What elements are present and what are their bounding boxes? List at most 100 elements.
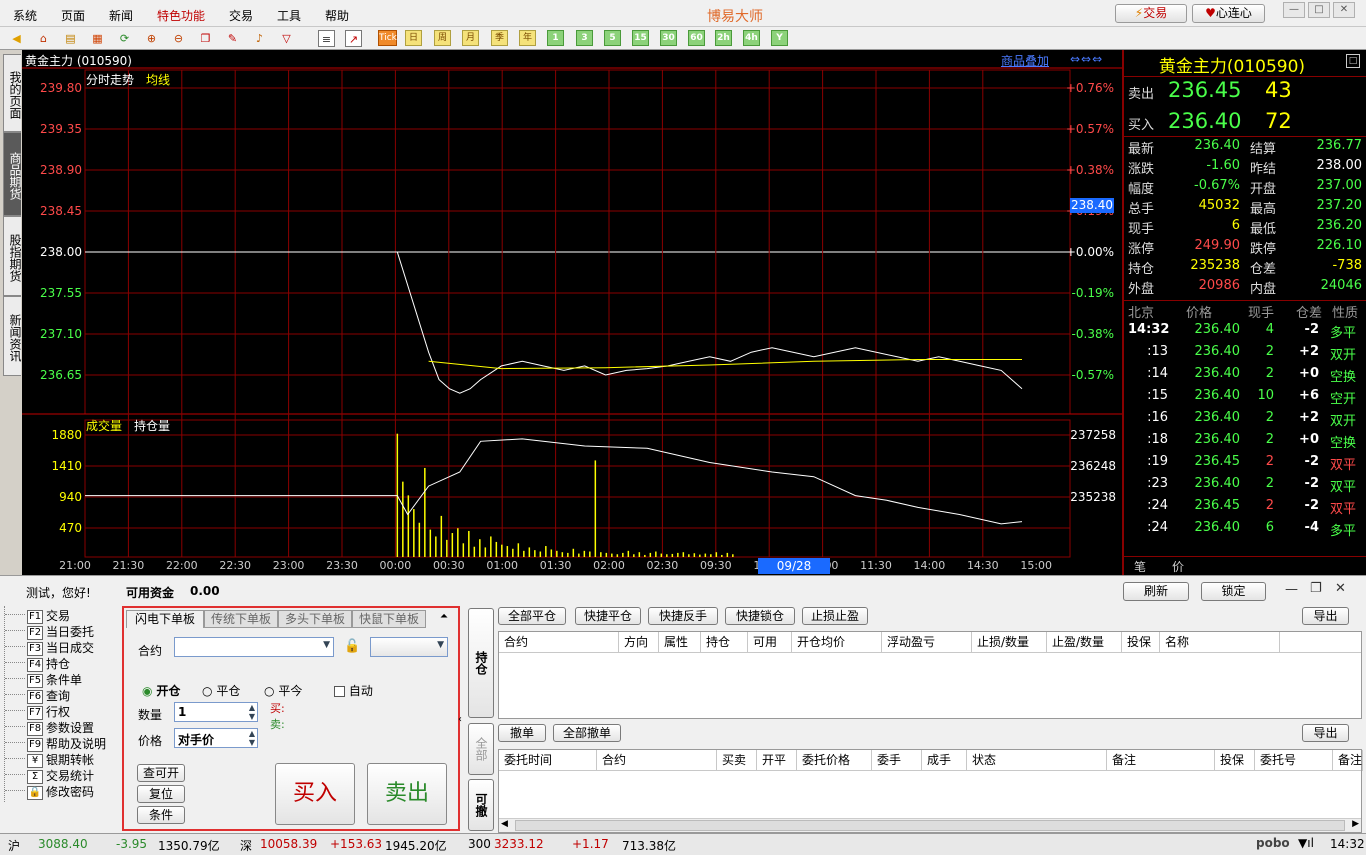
orders-column-header[interactable]: 委手 <box>872 750 922 771</box>
nav-item[interactable]: F7 行权 <box>27 703 70 720</box>
splitter-arrow-icon[interactable]: ‹ <box>458 714 462 725</box>
menu-trade[interactable]: 交易 <box>229 7 253 24</box>
panel-restore-icon[interactable]: ❐ <box>1310 581 1322 596</box>
orders-column-header[interactable]: 委托时间 <box>499 750 597 771</box>
hour2-button[interactable]: 2h <box>715 30 732 46</box>
custom-period-button[interactable]: Y <box>771 30 788 46</box>
nav-item[interactable]: ¥ 银期转帐 <box>27 751 94 768</box>
nav-item[interactable]: F9 帮助及说明 <box>27 735 106 752</box>
chart-area[interactable]: 239.80 +0.76% 239.35 +0.57% 238.90 +0.38% 238.… <box>22 50 1122 589</box>
positions-column-header[interactable]: 持仓 <box>701 632 748 653</box>
collapse-icon[interactable]: ⏶ <box>440 611 448 622</box>
position-action-button[interactable]: 止损止盈 <box>802 607 868 625</box>
orders-column-header[interactable]: 开平 <box>757 750 797 771</box>
panel-close-icon[interactable]: ✕ <box>1335 581 1346 596</box>
zoom-in-icon[interactable]: ⊕ <box>143 30 160 47</box>
unlock-icon[interactable]: 🔓 <box>344 639 360 654</box>
nav-item[interactable]: 🔒 修改密码 <box>27 783 94 800</box>
minimize-button[interactable]: — <box>1283 2 1305 18</box>
positions-column-header[interactable]: 属性 <box>659 632 701 653</box>
week-button[interactable]: 周 <box>434 30 451 46</box>
list-icon[interactable]: ▤ <box>62 30 79 47</box>
quote-panel-toggle[interactable]: □ <box>1346 54 1360 68</box>
nav-item[interactable]: F8 参数设置 <box>27 719 94 736</box>
close-button[interactable]: ✕ <box>1333 2 1355 18</box>
order-tab[interactable]: 传统下单板 <box>204 610 278 628</box>
tick-button[interactable]: Tick <box>378 30 397 46</box>
min5-button[interactable]: 5 <box>604 30 621 46</box>
trade-button[interactable]: ⚡交易 <box>1115 4 1187 23</box>
orders-column-header[interactable]: 备注 <box>1333 750 1363 771</box>
back-arrow-icon[interactable]: ◀ <box>8 30 25 47</box>
side-tab-commodity[interactable]: 商品期货 <box>3 132 22 216</box>
position-action-button[interactable]: 快捷反手 <box>648 607 718 625</box>
all-orders-tab[interactable]: 全部 <box>468 723 494 775</box>
orders-column-header[interactable]: 备注 <box>1107 750 1215 771</box>
order-action-button[interactable]: 全部撤单 <box>553 724 621 742</box>
tab-ticks[interactable]: 笔 <box>1134 558 1146 575</box>
nav-item[interactable]: F1 交易 <box>27 607 70 624</box>
quarter-button[interactable]: 季 <box>491 30 508 46</box>
positions-column-header[interactable]: 止盈/数量 <box>1047 632 1122 653</box>
min3-button[interactable]: 3 <box>576 30 593 46</box>
maximize-button[interactable]: □ <box>1308 2 1330 18</box>
positions-column-header[interactable]: 投保 <box>1122 632 1160 653</box>
min60-button[interactable]: 60 <box>688 30 705 46</box>
side-tab-my-page[interactable]: 我的页面 <box>3 54 22 132</box>
positions-column-header[interactable]: 合约 <box>499 632 619 653</box>
orders-column-header[interactable]: 委托号 <box>1255 750 1333 771</box>
radio-close[interactable]: ○ 平仓 <box>202 682 240 699</box>
orders-column-header[interactable]: 委托价格 <box>797 750 872 771</box>
order-tab[interactable]: 快鼠下单板 <box>352 610 426 628</box>
menu-tools[interactable]: 工具 <box>277 7 301 24</box>
auto-checkbox[interactable]: 自动 <box>334 682 373 699</box>
order-action-button[interactable]: 撤单 <box>498 724 546 742</box>
tab-price[interactable]: 价 <box>1172 558 1184 575</box>
orders-column-header[interactable]: 成手 <box>922 750 967 771</box>
heart-button[interactable]: ♥心连心 <box>1192 4 1265 23</box>
buy-button[interactable]: 买入 <box>275 763 355 825</box>
menu-help[interactable]: 帮助 <box>325 7 349 24</box>
orders-column-header[interactable]: 状态 <box>967 750 1107 771</box>
zoom-out-icon[interactable]: ⊖ <box>170 30 187 47</box>
nav-item[interactable]: F6 查询 <box>27 687 70 704</box>
hour4-button[interactable]: 4h <box>743 30 760 46</box>
positions-column-header[interactable]: 止损/数量 <box>972 632 1047 653</box>
refresh-button[interactable]: 刷新 <box>1123 582 1189 601</box>
menu-page[interactable]: 页面 <box>61 7 85 24</box>
orders-column-header[interactable]: 投保 <box>1215 750 1255 771</box>
query-available-button[interactable]: 查可开 <box>137 764 185 782</box>
reset-button[interactable]: 复位 <box>137 785 185 803</box>
contract-select[interactable]: ▼ <box>174 637 334 657</box>
order-tab[interactable]: 闪电下单板 <box>126 610 204 628</box>
position-action-button[interactable]: 快捷锁仓 <box>725 607 795 625</box>
orders-column-header[interactable]: 买卖 <box>717 750 757 771</box>
nav-item[interactable]: F3 当日成交 <box>27 639 94 656</box>
positions-column-header[interactable]: 可用 <box>748 632 792 653</box>
month-button[interactable]: 月 <box>462 30 479 46</box>
lock-button[interactable]: 锁定 <box>1201 582 1266 601</box>
nav-item[interactable]: F4 持仓 <box>27 655 70 672</box>
price-input[interactable]: 对手价 ▲ ▼ <box>174 728 258 748</box>
orders-hscrollbar[interactable]: ◀ ▶ <box>499 818 1361 832</box>
chart-nav-icons[interactable]: ⇔⇔⇔ <box>1070 52 1103 66</box>
min15-button[interactable]: 15 <box>632 30 649 46</box>
position-action-button[interactable]: 全部平仓 <box>498 607 566 625</box>
positions-tab[interactable]: 持仓 <box>468 608 494 718</box>
cancelable-tab[interactable]: 可撤 <box>468 779 494 831</box>
filter-icon[interactable]: ▽ <box>278 30 295 47</box>
refresh-icon[interactable]: ⟳ <box>116 30 133 47</box>
positions-column-header[interactable]: 浮动盈亏 <box>882 632 972 653</box>
sell-button[interactable]: 卖出 <box>367 763 447 825</box>
intraday-chart[interactable]: 239.80 +0.76% 239.35 +0.57% 238.90 +0.38% 238.… <box>22 50 1122 575</box>
year-button[interactable]: 年 <box>519 30 536 46</box>
overlay-link[interactable]: 商品叠加 <box>1001 52 1049 69</box>
side-tab-index-futures[interactable]: 股指期货 <box>3 216 22 296</box>
calendar-icon[interactable]: ▦ <box>89 30 106 47</box>
position-action-button[interactable]: 快捷平仓 <box>575 607 641 625</box>
account-select[interactable]: ▼ <box>370 637 448 657</box>
chart-line-icon[interactable]: ↗ <box>345 30 362 47</box>
bell-icon[interactable]: ♪ <box>251 30 268 47</box>
window-icon[interactable]: ❐ <box>197 30 214 47</box>
nav-item[interactable]: F2 当日委托 <box>27 623 94 640</box>
